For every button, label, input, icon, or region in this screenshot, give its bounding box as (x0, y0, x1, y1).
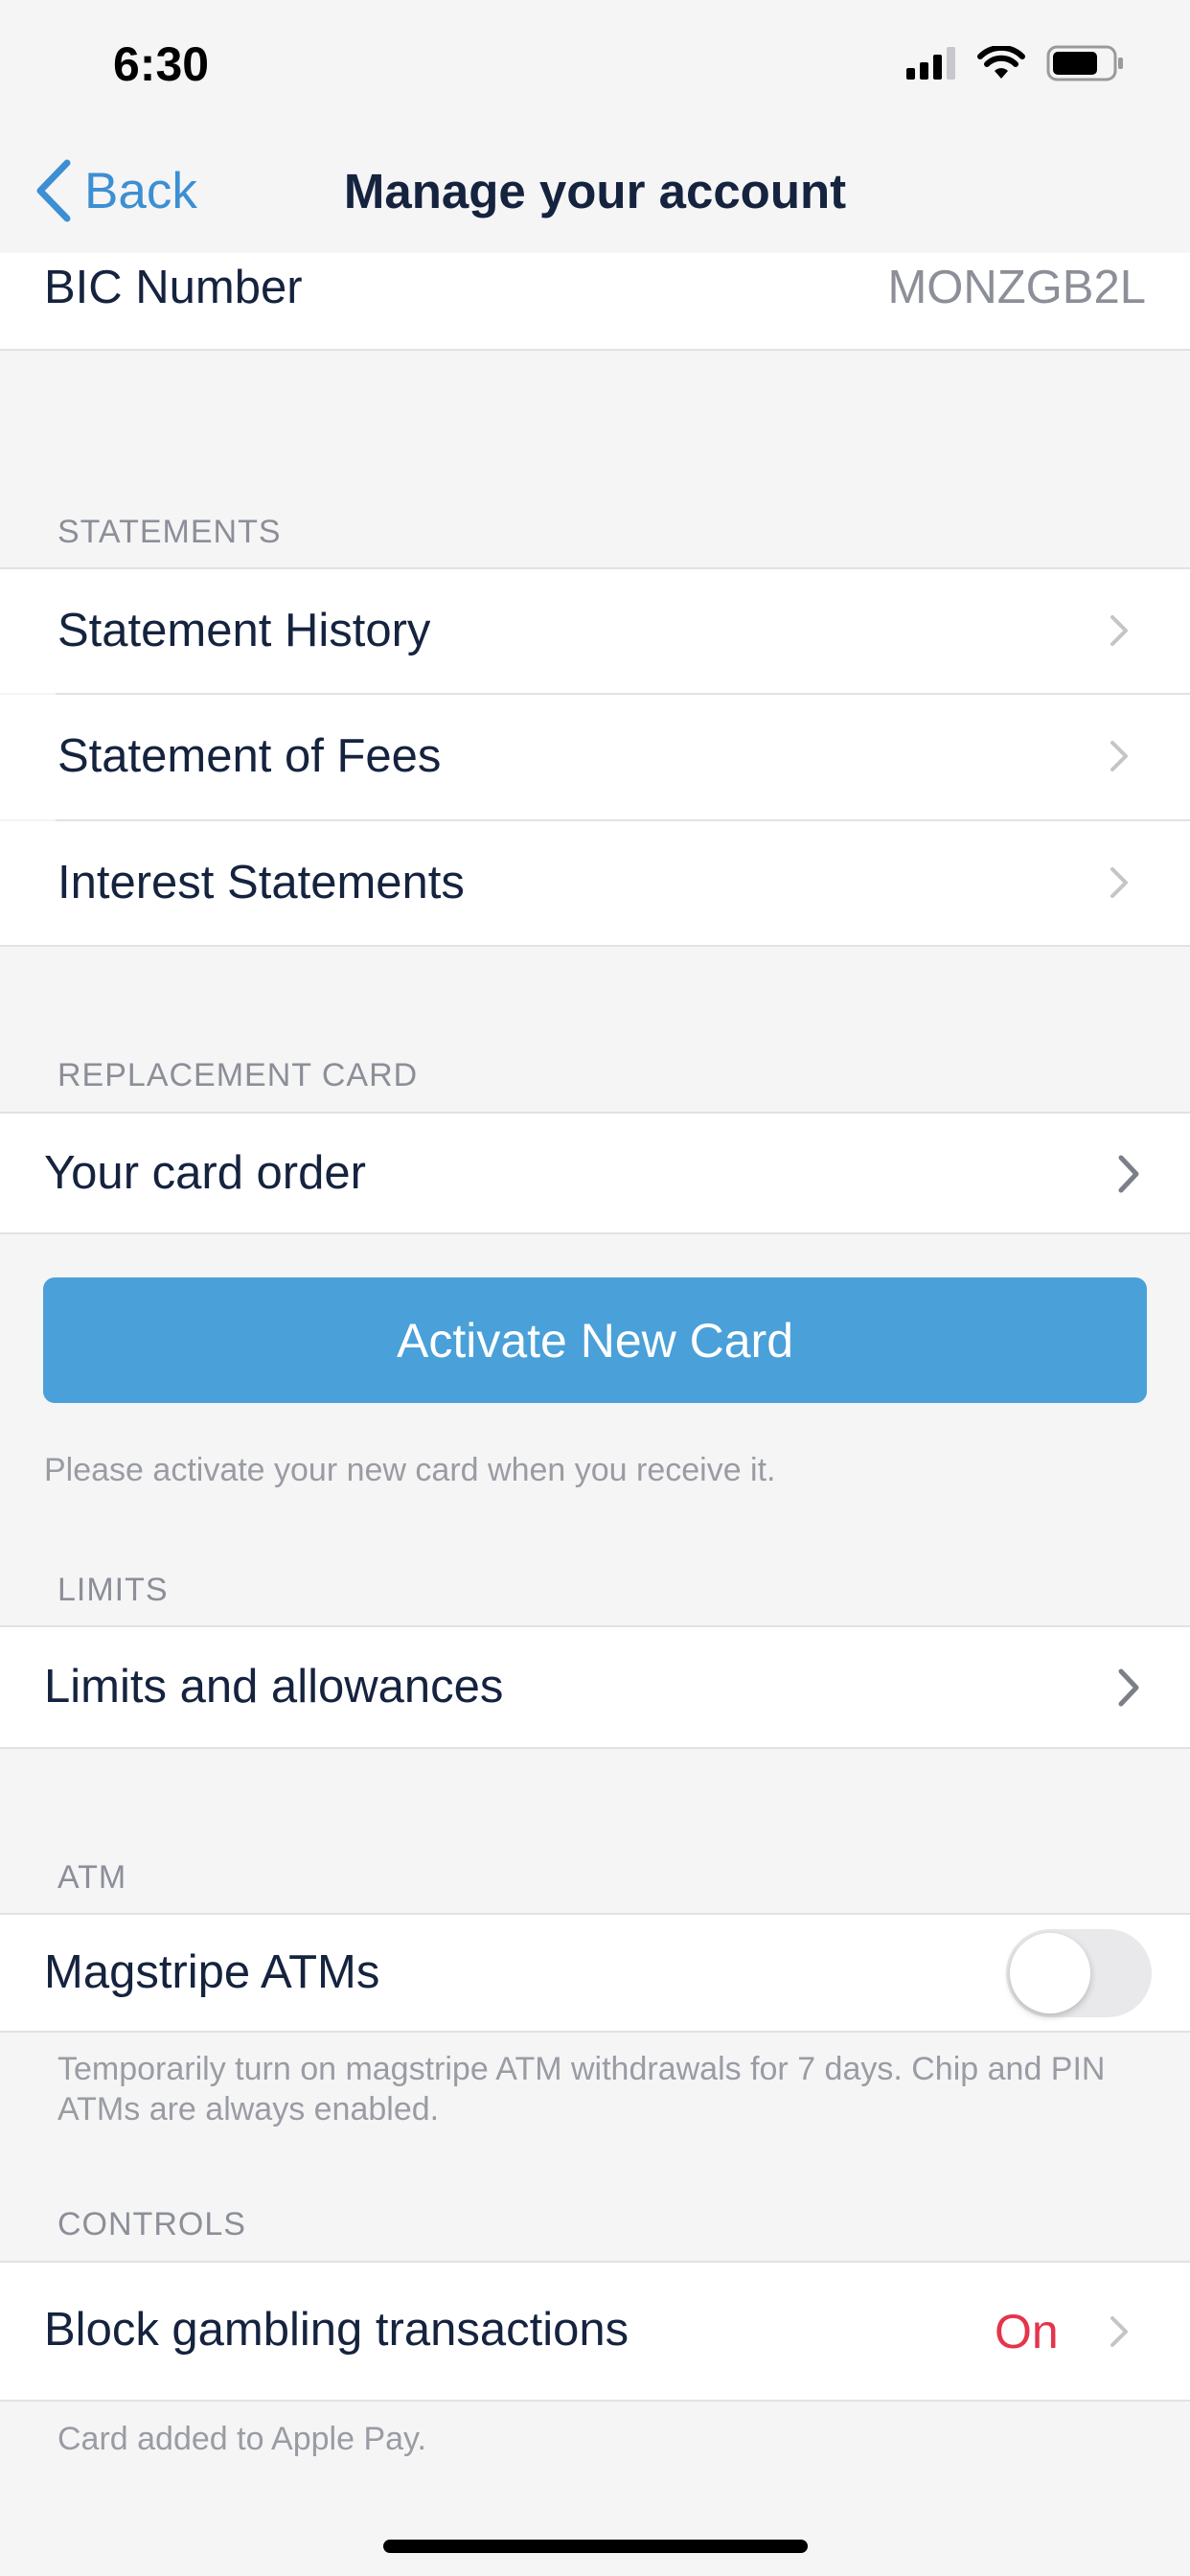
divider (0, 2400, 1190, 2402)
battery-icon (1046, 45, 1123, 81)
chevron-right-icon (1118, 1668, 1139, 1707)
block-gambling-status: On (995, 2305, 1059, 2358)
navigation-bar: Back Manage your account (0, 125, 1190, 253)
activate-card-hint: Please activate your new card when you r… (44, 1452, 776, 1488)
statement-history-label: Statement History (57, 605, 431, 656)
chevron-right-icon (1110, 2316, 1128, 2347)
cellular-signal-icon (906, 47, 955, 80)
interest-statements-row[interactable]: Interest Statements (0, 821, 1190, 945)
divider (0, 349, 1190, 351)
divider (0, 1747, 1190, 1749)
status-icons (906, 44, 1125, 82)
block-gambling-label: Block gambling transactions (44, 2304, 629, 2356)
limits-and-allowances-row[interactable]: Limits and allowances (0, 1627, 1190, 1747)
limits-and-allowances-label: Limits and allowances (44, 1661, 504, 1713)
statement-history-row[interactable]: Statement History (0, 569, 1190, 693)
magstripe-atms-toggle[interactable] (1006, 1929, 1152, 2017)
status-bar: 6:30 (0, 0, 1190, 125)
section-header-limits: LIMITS (57, 1572, 169, 1608)
magstripe-atms-label: Magstripe ATMs (44, 1946, 380, 1998)
divider (0, 1232, 1190, 1234)
apple-pay-footer: Card added to Apple Pay. (57, 2421, 426, 2457)
home-indicator[interactable] (383, 2540, 808, 2553)
magstripe-atms-footer: Temporarily turn on magstripe ATM withdr… (57, 2051, 1106, 2128)
statement-of-fees-row[interactable]: Statement of Fees (0, 695, 1190, 819)
activate-new-card-button[interactable]: Activate New Card (43, 1277, 1147, 1403)
bic-number-label: BIC Number (44, 262, 303, 313)
your-card-order-row[interactable]: Your card order (0, 1114, 1190, 1232)
chevron-right-icon (1110, 741, 1128, 771)
wifi-icon (977, 46, 1025, 79)
chevron-right-icon (1118, 1155, 1139, 1193)
toggle-knob (1010, 1933, 1090, 2013)
divider (0, 945, 1190, 947)
section-header-atm: ATM (57, 1859, 127, 1896)
section-header-controls: CONTROLS (57, 2206, 246, 2242)
section-header-replacement-card: REPLACEMENT CARD (57, 1057, 419, 1093)
divider (0, 2031, 1190, 2033)
your-card-order-label: Your card order (44, 1147, 366, 1199)
bic-number-value: MONZGB2L (887, 262, 1146, 313)
status-time: 6:30 (113, 37, 210, 91)
chevron-right-icon (1110, 867, 1128, 898)
chevron-right-icon (1110, 615, 1128, 646)
statement-of-fees-label: Statement of Fees (57, 730, 442, 782)
interest-statements-label: Interest Statements (57, 857, 465, 908)
page-title: Manage your account (343, 164, 847, 218)
section-header-statements: STATEMENTS (57, 514, 282, 550)
